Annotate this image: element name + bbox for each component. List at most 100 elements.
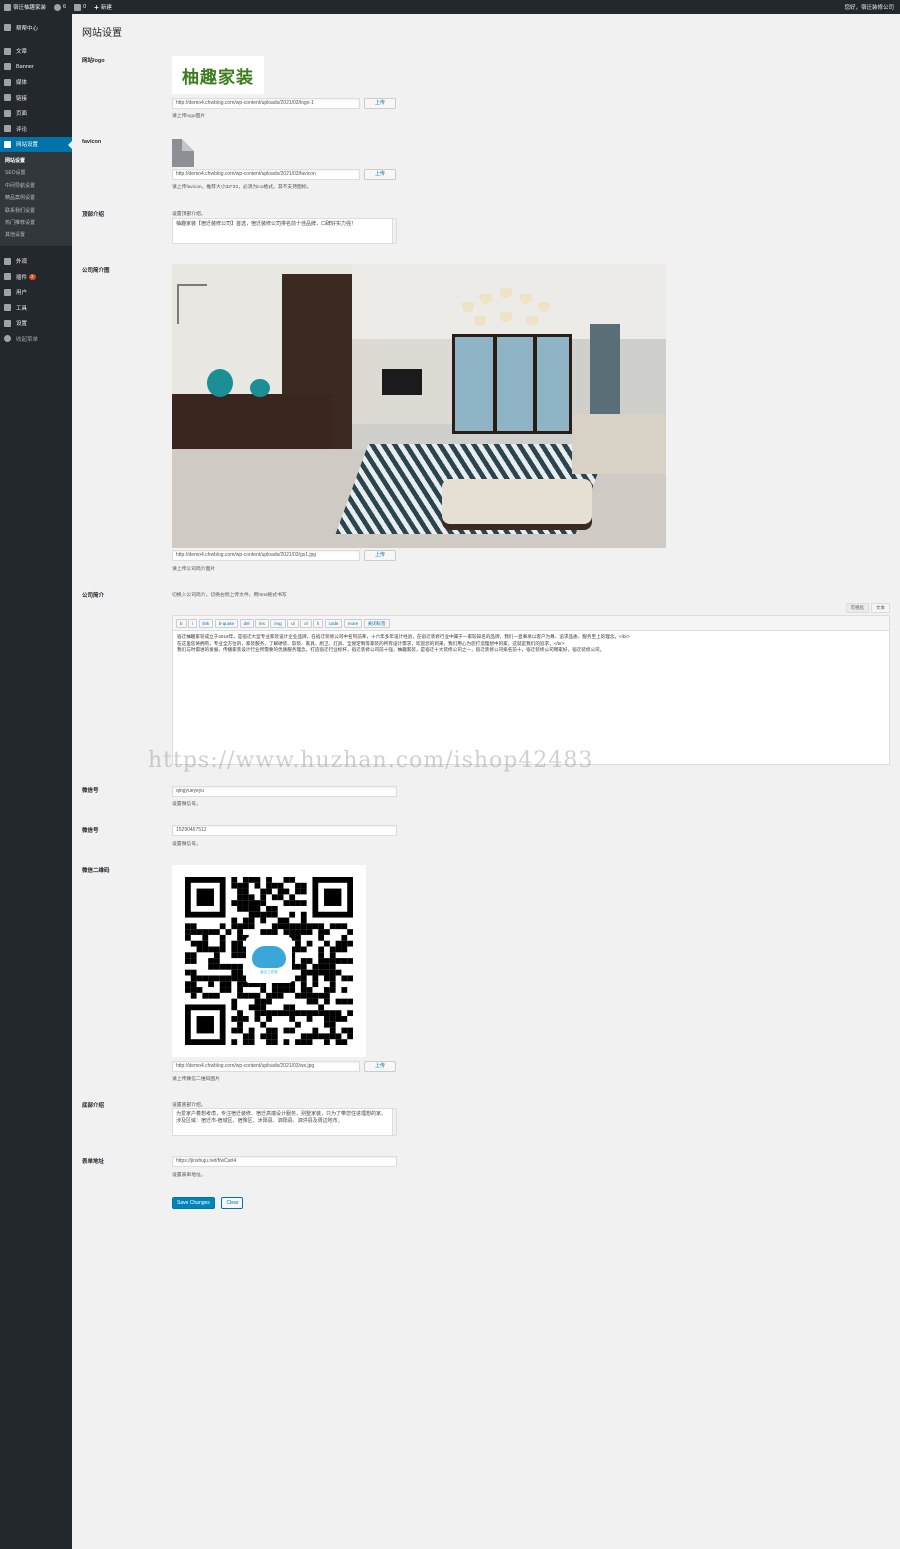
form-actions: Save Changes Clear — [172, 1197, 244, 1209]
logo-upload-button[interactable]: 上传 — [364, 98, 396, 109]
new-content-link[interactable]: + 新建 — [94, 3, 112, 12]
menu-users[interactable]: 用户 — [0, 285, 72, 301]
qr-logo-text: 豪云工作室 — [260, 969, 278, 974]
textarea-scrollbar[interactable] — [392, 219, 396, 243]
company-intro-textarea[interactable]: 宿迁柚趣家装成立于2019年，是宿迁大型专业家装设计企业品牌，在宿迁装修公司中名… — [172, 631, 890, 765]
company-image-url-input[interactable]: http://demo4.chwblog.com/wp-content/uplo… — [172, 550, 360, 561]
menu-posts[interactable]: 文章 — [0, 44, 72, 60]
footer-intro-textarea[interactable]: 为爱家户着想考虑，专注宿迁装修、宿迁高端设计服务，别墅家装，只为了带您住进理想的… — [172, 1108, 397, 1136]
cloud-icon — [252, 945, 286, 968]
collapse-menu-button[interactable]: 收起菜单 — [0, 331, 72, 347]
logo-preview: 柚趣家装 — [172, 56, 264, 94]
comment-icon — [74, 3, 82, 11]
menu-label: 用户 — [16, 290, 28, 297]
toolbar-more-button[interactable]: more — [343, 619, 363, 628]
menu-pages[interactable]: 页面 — [0, 106, 72, 122]
collapse-icon — [4, 335, 11, 343]
phone-input[interactable]: 15290467512 — [172, 825, 397, 836]
toolbar-ul-button[interactable]: ul — [287, 619, 299, 628]
user-greeting[interactable]: 您好，宿迁装修公司 — [844, 3, 894, 11]
favicon-url-input[interactable]: http://demo4.chwblog.com/wp-content/uplo… — [172, 169, 360, 180]
tab-visual[interactable]: 可视化 — [845, 603, 869, 613]
tab-text[interactable]: 文本 — [871, 603, 890, 613]
qr-description: 请上传微信二维码图片 — [172, 1077, 220, 1082]
company-image-description: 请上传公司简介图片 — [172, 567, 216, 572]
logo-url-input[interactable]: http://demo4.chwblog.com/wp-content/uplo… — [172, 98, 360, 109]
toolbar-italic-button[interactable]: i — [188, 619, 198, 628]
phone-field: 15290467512 — [172, 825, 397, 836]
qr-label: 微信二维码 — [82, 868, 110, 874]
qr-url-row: http://demo4.chwblog.com/wp-content/uplo… — [172, 1061, 396, 1072]
menu-label: 设置 — [16, 321, 28, 328]
user-icon — [4, 288, 11, 296]
file-icon — [172, 139, 194, 167]
comments-link[interactable]: 0 — [74, 3, 86, 11]
favicon-label: favicon — [82, 139, 102, 145]
qr-url-input[interactable]: http://demo4.chwblog.com/wp-content/uplo… — [172, 1061, 360, 1072]
updates-link[interactable]: 6 — [54, 3, 66, 11]
menu-label: 插件 — [16, 274, 28, 281]
menu-settings[interactable]: 设置 — [0, 316, 72, 332]
footer-intro-field: 为爱家户着想考虑，专注宿迁装修、宿迁高端设计服务，别墅家装，只为了带您住进理想的… — [172, 1108, 397, 1136]
qr-upload-button[interactable]: 上传 — [364, 1061, 396, 1072]
toolbar-ins-button[interactable]: ins — [255, 619, 269, 628]
company-image-upload-button[interactable]: 上传 — [364, 550, 396, 561]
submenu-item[interactable]: 中间导航设置 — [0, 180, 72, 192]
textarea-scrollbar[interactable] — [392, 1109, 396, 1135]
clear-button[interactable]: Clear — [221, 1197, 244, 1209]
admin-sidebar: 帮帮中心 文章 Banner 媒体 链接 页面 评论 网站设置 网站设置 SEO… — [0, 14, 72, 1549]
save-changes-button[interactable]: Save Changes — [172, 1197, 215, 1209]
toolbar-del-button[interactable]: del — [239, 619, 254, 628]
company-image-preview — [172, 264, 666, 548]
new-label: 新建 — [100, 5, 112, 11]
phone-description: 设置微信号。 — [172, 842, 201, 847]
menu-label: 外观 — [16, 259, 28, 266]
menu-comments[interactable]: 评论 — [0, 121, 72, 137]
toolbar-quote-button[interactable]: b-quote — [214, 619, 239, 628]
menu-links[interactable]: 链接 — [0, 90, 72, 106]
plugins-update-badge: 2 — [29, 273, 36, 280]
toolbar-link-button[interactable]: link — [198, 619, 214, 628]
submenu-item[interactable]: 精品案例设置 — [0, 192, 72, 204]
pin-icon — [4, 63, 11, 71]
header-intro-textarea[interactable]: 柚趣家装【宿迁装修公司】首选，宿迁装修公司排名前十佳品牌，口碑好实力强！ — [172, 218, 397, 244]
toolbar-ol-button[interactable]: ol — [300, 619, 312, 628]
submenu-item[interactable]: 热门推荐设置 — [0, 217, 72, 229]
toolbar-bold-button[interactable]: b — [176, 619, 187, 628]
menu-site-settings[interactable]: 网站设置 — [0, 136, 72, 152]
toolbar-code-button[interactable]: code — [324, 619, 343, 628]
menu-banner[interactable]: Banner — [0, 59, 72, 75]
wechat-label: 微信号 — [82, 788, 99, 794]
wechat-description: 设置微信号。 — [172, 802, 201, 807]
menu-label: 网站设置 — [16, 142, 39, 149]
toolbar-li-button[interactable]: li — [313, 619, 324, 628]
toolbar-img-button[interactable]: img — [270, 619, 286, 628]
site-name-link[interactable]: 宿迁柚趣家装 — [4, 3, 46, 11]
menu-appearance[interactable]: 外观 — [0, 254, 72, 270]
favicon-upload-button[interactable]: 上传 — [364, 169, 396, 180]
menu-label: 评论 — [16, 126, 28, 133]
logo-text: 柚趣家装 — [182, 67, 254, 88]
menu-dashboard[interactable]: 帮帮中心 — [0, 20, 72, 36]
wrench-icon — [4, 304, 11, 312]
menu-tools[interactable]: 工具 — [0, 300, 72, 316]
company-image-label: 公司简介图 — [82, 268, 110, 274]
submenu-item[interactable]: 网站设置 — [0, 155, 72, 167]
page-title: 网站设置 — [82, 28, 122, 39]
wechat-input[interactable]: qingyueyeyu — [172, 786, 397, 797]
plus-icon: + — [94, 2, 99, 12]
menu-media[interactable]: 媒体 — [0, 75, 72, 91]
footer-intro-label: 底部介绍 — [82, 1103, 105, 1109]
logo-field: 柚趣家装 — [172, 56, 264, 94]
toolbar-close-tags-button[interactable]: 关闭标签 — [363, 619, 390, 628]
header-intro-text: 柚趣家装【宿迁装修公司】首选，宿迁装修公司排名前十佳品牌，口碑好实力强！ — [176, 221, 357, 227]
menu-label: 工具 — [16, 305, 28, 312]
menu-plugins[interactable]: 插件 2 — [0, 269, 72, 285]
qr-center-logo: 豪云工作室 — [246, 937, 292, 983]
menu-label: 文章 — [16, 49, 28, 56]
submenu-item[interactable]: 联系我们设置 — [0, 205, 72, 217]
form-url-input[interactable]: https://jinshuju.net/f/wCart4 — [172, 1156, 397, 1167]
submenu-item[interactable]: SEO设置 — [0, 167, 72, 179]
menu-label: Banner — [16, 63, 34, 70]
submenu-item[interactable]: 其他设置 — [0, 229, 72, 241]
